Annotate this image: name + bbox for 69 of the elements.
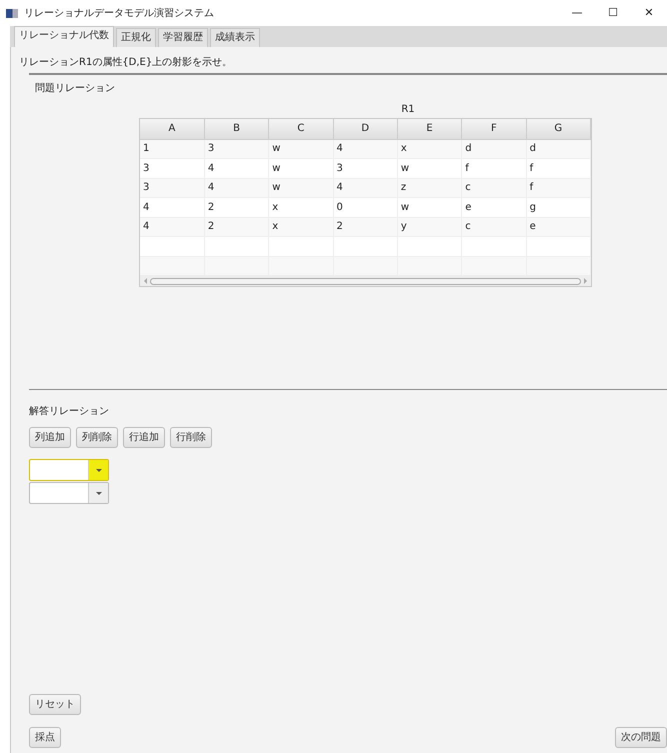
table-title: R1 <box>401 104 415 115</box>
combo-box[interactable] <box>29 459 109 481</box>
close-button[interactable]: ✕ <box>631 4 667 22</box>
table-cell: 2 <box>204 217 269 236</box>
column-header[interactable]: G <box>526 119 590 139</box>
table-cell: d <box>526 139 590 158</box>
toolbar-button[interactable]: 列追加 <box>29 427 71 448</box>
table-cell: 3 <box>140 178 204 198</box>
question-text: リレーションR1の属性{D,E}上の射影を示せ。 <box>19 56 234 70</box>
app-icon <box>6 8 18 18</box>
toolbar-button[interactable]: 行削除 <box>170 427 212 448</box>
scroll-right-icon[interactable] <box>584 278 587 284</box>
table-cell: w <box>397 158 462 178</box>
window-title: リレーショナルデータモデル演習システム <box>24 6 214 20</box>
column-header[interactable]: B <box>204 119 269 139</box>
toolbar-button[interactable]: 列削除 <box>76 427 118 448</box>
reset-button[interactable]: リセット <box>29 694 81 715</box>
table-cell: 2 <box>204 198 269 217</box>
table-cell: x <box>397 139 462 158</box>
section-heading: 解答リレーション <box>29 405 110 419</box>
combo-box[interactable] <box>29 482 109 504</box>
table-cell: 1 <box>140 139 204 158</box>
table-cell: 4 <box>204 178 269 198</box>
tab[interactable]: 学習履歴 <box>158 28 208 47</box>
table-cell: w <box>397 198 462 217</box>
table-cell: f <box>462 158 526 178</box>
table-cell: f <box>526 178 590 198</box>
table-cell: z <box>397 178 462 198</box>
table-cell: e <box>462 198 526 217</box>
table-cell: 0 <box>333 198 398 217</box>
table-cell: 4 <box>333 139 398 158</box>
toolbar-button[interactable]: 行追加 <box>123 427 165 448</box>
column-header[interactable]: C <box>268 119 334 139</box>
horizontal-scrollbar[interactable] <box>140 276 591 286</box>
column-header[interactable]: E <box>397 119 462 139</box>
section-heading: 問題リレーション <box>34 82 116 96</box>
table-cell: x <box>268 217 334 236</box>
minimize-button[interactable]: — <box>559 4 595 22</box>
table-cell: w <box>268 178 334 198</box>
table-cell: 2 <box>333 217 398 236</box>
table-cell: 4 <box>140 198 204 217</box>
maximize-button[interactable]: ☐ <box>595 4 631 22</box>
table-cell: 4 <box>140 217 204 236</box>
table-cell: w <box>268 139 334 158</box>
table-cell: c <box>462 178 526 198</box>
tab[interactable]: 正規化 <box>116 28 156 47</box>
table-cell: 3 <box>204 139 269 158</box>
table-cell: f <box>526 158 590 178</box>
table-cell: d <box>462 139 526 158</box>
scroll-left-icon[interactable] <box>144 278 147 284</box>
table-cell: 4 <box>204 158 269 178</box>
tab[interactable]: 成績表示 <box>210 28 260 47</box>
table-cell: e <box>526 217 590 236</box>
dropdown-caret-icon <box>96 492 102 494</box>
table-cell: 3 <box>333 158 398 178</box>
grade-button[interactable]: 採点 <box>29 727 61 748</box>
table-cell: g <box>526 198 590 217</box>
table-cell: x <box>268 198 334 217</box>
table-cell: w <box>268 158 334 178</box>
tab[interactable]: リレーショナル代数 <box>14 26 114 47</box>
column-header[interactable]: A <box>140 119 204 139</box>
column-header[interactable]: F <box>462 119 526 139</box>
dropdown-caret-icon <box>96 468 102 472</box>
column-header[interactable]: D <box>333 119 398 139</box>
table-cell: 3 <box>140 158 204 178</box>
table-cell: y <box>397 217 462 236</box>
next-button[interactable]: 次の問題 <box>615 727 667 748</box>
table-cell: 4 <box>333 178 398 198</box>
table-cell: c <box>462 217 526 236</box>
